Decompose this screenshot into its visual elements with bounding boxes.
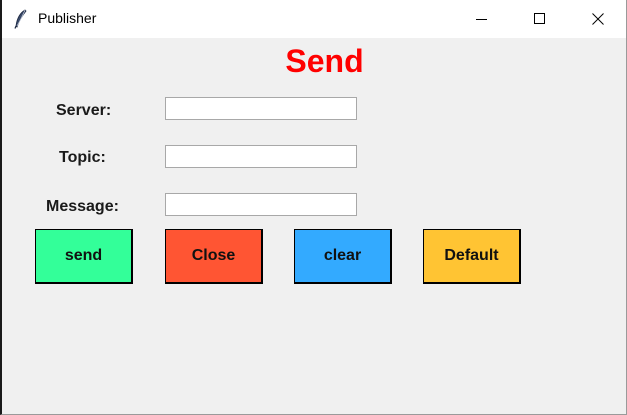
message-input[interactable]	[165, 193, 357, 216]
default-button[interactable]: Default	[423, 229, 521, 284]
server-input[interactable]	[165, 97, 357, 120]
topic-input[interactable]	[165, 145, 357, 168]
message-label: Message:	[46, 198, 119, 215]
minimize-button[interactable]	[453, 0, 511, 38]
close-window-button[interactable]	[569, 0, 627, 38]
publisher-window: Publisher Send Server: Topic: Message: s…	[0, 0, 627, 415]
send-button[interactable]: send	[35, 229, 133, 284]
window-title: Publisher	[38, 10, 97, 26]
form-area: Send Server: Topic: Message: send Close …	[2, 38, 626, 414]
server-label: Server:	[56, 102, 112, 119]
maximize-icon	[534, 13, 545, 24]
topic-label: Topic:	[59, 149, 106, 166]
page-title: Send	[285, 43, 364, 79]
title-bar[interactable]: Publisher	[2, 0, 626, 38]
maximize-button[interactable]	[511, 0, 569, 38]
clear-button[interactable]: clear	[294, 229, 392, 284]
feather-icon	[14, 9, 27, 29]
minimize-icon	[476, 19, 487, 20]
close-icon	[592, 13, 604, 25]
close-button[interactable]: Close	[165, 229, 263, 284]
